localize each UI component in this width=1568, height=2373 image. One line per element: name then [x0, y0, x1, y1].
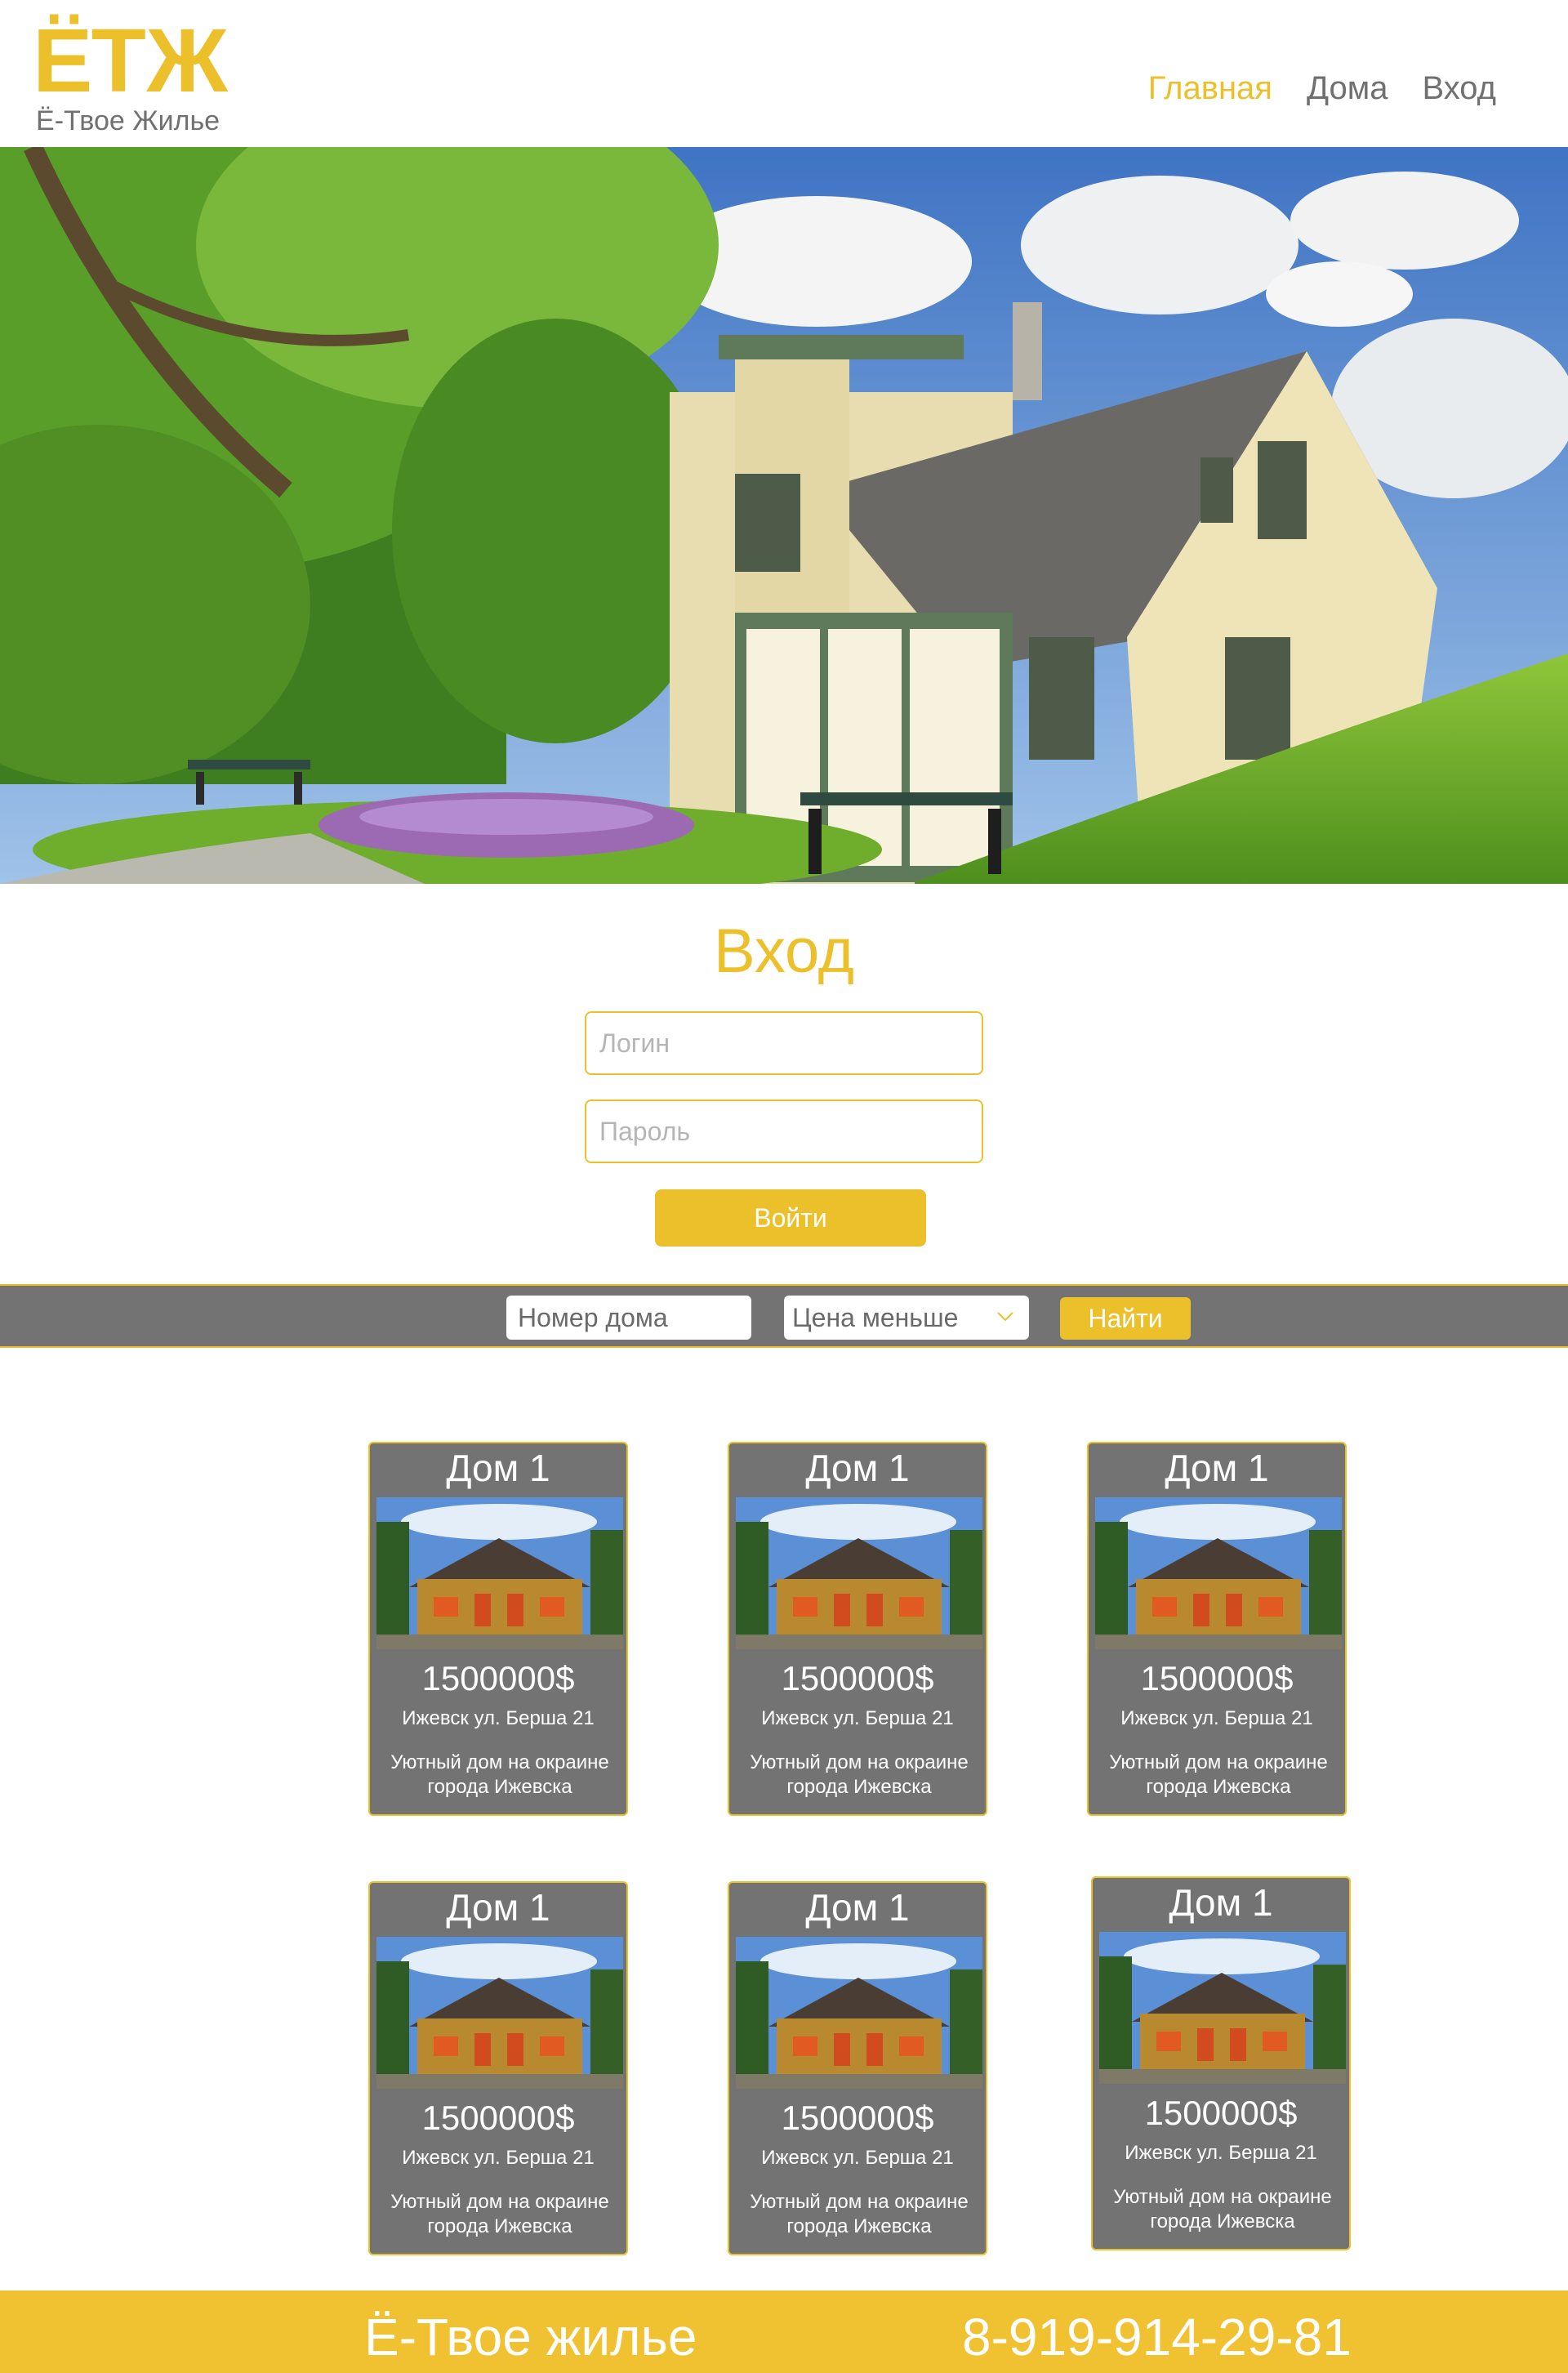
- site-footer: Ё-Твое жилье 8-919-914-29-81: [0, 2290, 1568, 2373]
- house-photo-icon: [736, 1497, 982, 1649]
- house-photo-icon: [736, 1937, 982, 2089]
- listing-card[interactable]: Дом 1 1500000$ Ижевск ул. Берша 21 Уютны…: [368, 1881, 628, 2255]
- listing-card[interactable]: Дом 1 1500000$ Ижевск ул. Берша 21 Уютны…: [1091, 1876, 1351, 2250]
- listing-title: Дом 1: [805, 1447, 910, 1489]
- search-filter-bar: Цена меньше Найти: [0, 1284, 1568, 1348]
- house-photo-icon: [376, 1497, 623, 1649]
- listing-description: Уютный дом на окраине города Ижевска: [1109, 1751, 1328, 1798]
- footer-phone[interactable]: 8-919-914-29-81: [962, 2308, 1352, 2366]
- listing-price: 1500000$: [421, 1659, 575, 1697]
- password-field[interactable]: [585, 1100, 983, 1163]
- main-nav: Главная Дома Вход: [1148, 69, 1496, 108]
- nav-link-home[interactable]: Главная: [1148, 69, 1272, 108]
- listing-card[interactable]: Дом 1 1500000$ Ижевск ул. Берша 21 Уютны…: [1087, 1442, 1347, 1816]
- house-photo-icon: [376, 1937, 623, 2089]
- listing-card[interactable]: Дом 1 1500000$ Ижевск ул. Берша 21 Уютны…: [368, 1442, 628, 1816]
- listing-address: Ижевск ул. Берша 21: [1125, 2142, 1317, 2164]
- chevron-down-icon: [997, 1312, 1013, 1322]
- listing-description: Уютный дом на окраине города Ижевска: [1113, 2186, 1332, 2232]
- listing-description: Уютный дом на окраине города Ижевска: [750, 2191, 969, 2237]
- listing-title: Дом 1: [446, 1447, 550, 1489]
- listing-address: Ижевск ул. Берша 21: [402, 1707, 595, 1729]
- login-field[interactable]: [585, 1011, 983, 1075]
- login-submit-button[interactable]: Войти: [655, 1189, 926, 1247]
- listing-photo: [736, 1497, 982, 1649]
- listing-address: Ижевск ул. Берша 21: [402, 2147, 595, 2169]
- house-photo-icon: [1095, 1497, 1342, 1649]
- listing-price: 1500000$: [421, 2099, 575, 2137]
- listing-photo: [376, 1937, 623, 2089]
- find-button[interactable]: Найти: [1060, 1297, 1191, 1340]
- hero-house-illustration: [0, 147, 1568, 884]
- listing-address: Ижевск ул. Берша 21: [1120, 1707, 1313, 1729]
- listing-address: Ижевск ул. Берша 21: [761, 1707, 954, 1729]
- logo-mark[interactable]: ЁТЖ: [33, 16, 228, 106]
- house-number-input[interactable]: [506, 1296, 751, 1340]
- listing-description: Уютный дом на окраине города Ижевска: [750, 1751, 969, 1798]
- house-photo-icon: [1099, 1932, 1346, 2084]
- listing-photo: [736, 1937, 982, 2089]
- listing-price: 1500000$: [781, 2099, 934, 2137]
- listing-photo: [1099, 1932, 1346, 2084]
- listing-address: Ижевск ул. Берша 21: [761, 2147, 954, 2169]
- listing-title: Дом 1: [1169, 1881, 1273, 1924]
- listing-price: 1500000$: [781, 1659, 934, 1697]
- nav-link-login[interactable]: Вход: [1423, 69, 1497, 108]
- listing-card[interactable]: Дом 1 1500000$ Ижевск ул. Берша 21 Уютны…: [728, 1442, 987, 1816]
- listing-photo: [1095, 1497, 1342, 1649]
- price-filter-value: Цена меньше: [792, 1303, 959, 1332]
- listing-title: Дом 1: [805, 1886, 910, 1929]
- site-header: ЁТЖ Ё-Твое Жилье Главная Дома Вход: [0, 0, 1568, 147]
- listing-description: Уютный дом на окраине города Ижевска: [390, 1751, 609, 1798]
- footer-brand: Ё-Твое жилье: [364, 2308, 697, 2366]
- listing-card[interactable]: Дом 1 1500000$ Ижевск ул. Берша 21 Уютны…: [728, 1881, 987, 2255]
- listing-photo: [376, 1497, 623, 1649]
- listing-price: 1500000$: [1144, 2094, 1298, 2132]
- nav-link-houses[interactable]: Дома: [1307, 69, 1388, 108]
- listing-title: Дом 1: [1165, 1447, 1269, 1489]
- price-filter-select[interactable]: Цена меньше: [784, 1296, 1029, 1340]
- logo-subtitle: Ё-Твое Жилье: [36, 105, 220, 136]
- listing-description: Уютный дом на окраине города Ижевска: [390, 2191, 609, 2237]
- login-title: Вход: [714, 917, 854, 986]
- hero-banner-image: [0, 147, 1568, 884]
- listing-title: Дом 1: [446, 1886, 550, 1929]
- listing-price: 1500000$: [1140, 1659, 1294, 1697]
